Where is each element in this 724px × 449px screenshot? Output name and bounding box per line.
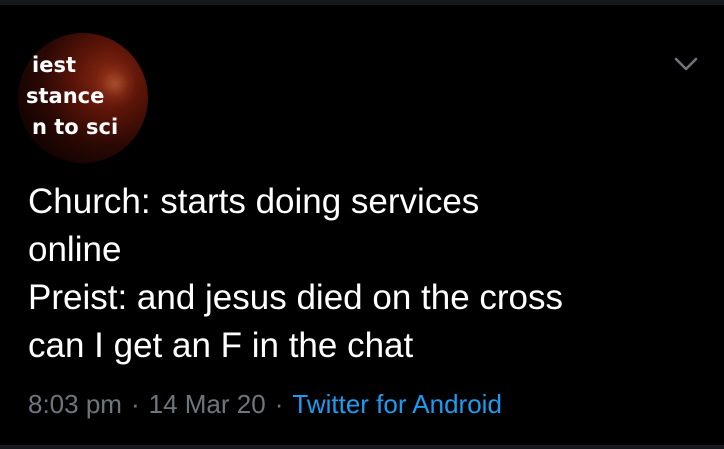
tweet-text-line: Church: starts doing services [28, 182, 480, 221]
chevron-down-icon[interactable] [674, 56, 698, 72]
avatar-text-line: stance [26, 84, 105, 108]
bottom-divider [0, 445, 724, 449]
avatar-text-line: iest [32, 53, 76, 77]
top-divider [0, 0, 724, 5]
avatar[interactable]: iest stance n to sci [18, 33, 148, 163]
tweet-date[interactable]: 14 Mar 20 [149, 389, 266, 419]
avatar-text-line: n to sci [32, 115, 119, 139]
meta-separator: · [274, 389, 284, 419]
tweet-meta: 8:03 pm · 14 Mar 20 · Twitter for Android [28, 388, 502, 420]
tweet-text-line: can I get an F in the chat [28, 326, 414, 365]
tweet-card: iest stance n to sci Church: starts doin… [0, 0, 724, 449]
tweet-time[interactable]: 8:03 pm [28, 389, 122, 419]
tweet-text-line: Preist: and jesus died on the cross [28, 278, 564, 317]
meta-separator: · [130, 389, 140, 419]
tweet-text-line: online [28, 230, 122, 269]
tweet-source-link[interactable]: Twitter for Android [292, 389, 502, 419]
tweet-text: Church: starts doing services online Pre… [28, 178, 708, 370]
